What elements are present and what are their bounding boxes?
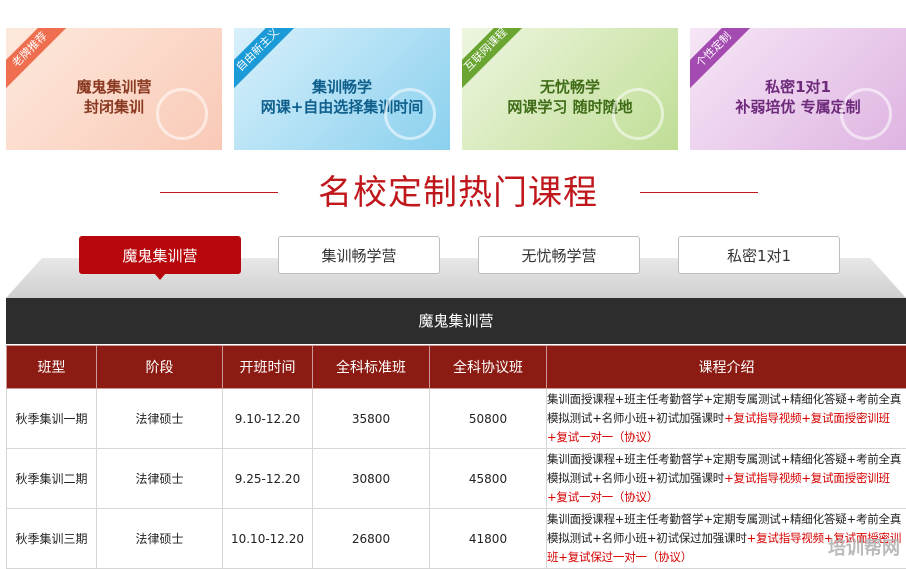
cell-agreement-price: 45800 <box>430 449 547 509</box>
course-table: 班型 阶段 开班时间 全科标准班 全科协议班 课程介绍 秋季集训一期 法律硕士 … <box>6 345 906 569</box>
active-tab-arrow-icon <box>154 273 166 280</box>
tab-private-1on1[interactable]: 私密1对1 <box>678 236 840 274</box>
cell-intro: 集训面授课程+班主任考勤督学+定期专属测试+精细化答疑+考前全真模拟测试+名师小… <box>547 449 906 509</box>
column-header: 课程介绍 <box>547 346 906 389</box>
column-header: 全科标准班 <box>313 346 430 389</box>
divider-left <box>160 192 278 193</box>
tab-label: 集训畅学营 <box>321 247 396 265</box>
column-header: 班型 <box>7 346 97 389</box>
cell-agreement-price: 50800 <box>430 389 547 449</box>
table-row: 秋季集训三期 法律硕士 10.10-12.20 26800 41800 集训面授… <box>7 509 906 569</box>
column-header: 阶段 <box>97 346 223 389</box>
column-header: 全科协议班 <box>430 346 547 389</box>
banner-worry-free[interactable]: 互联网课程 无忧畅学 网课学习 随时随地 <box>462 28 678 150</box>
column-header: 开班时间 <box>223 346 313 389</box>
decorative-circle <box>612 88 664 140</box>
decorative-circle <box>384 88 436 140</box>
cell-dates: 9.25-12.20 <box>223 449 313 509</box>
banner-private-1on1[interactable]: 个性定制 私密1对1 补弱培优 专属定制 <box>690 28 906 150</box>
cell-standard-price: 35800 <box>313 389 430 449</box>
watermark: 培训帮网 <box>828 534 900 560</box>
cell-class-type: 秋季集训一期 <box>7 389 97 449</box>
table-row: 秋季集训一期 法律硕士 9.10-12.20 35800 50800 集训面授课… <box>7 389 906 449</box>
cell-stage: 法律硕士 <box>97 449 223 509</box>
table-header-row: 班型 阶段 开班时间 全科标准班 全科协议班 课程介绍 <box>7 346 906 389</box>
tab-label: 无忧畅学营 <box>521 247 596 265</box>
divider-right <box>640 192 758 193</box>
tab-devil-camp[interactable]: 魔鬼集训营 <box>79 236 241 274</box>
section-title-bar: 魔鬼集训营 <box>6 298 906 344</box>
section-heading: 名校定制热门课程 <box>0 168 906 218</box>
tab-training-study[interactable]: 集训畅学营 <box>278 236 440 274</box>
tab-label: 私密1对1 <box>727 247 791 265</box>
cell-stage: 法律硕士 <box>97 389 223 449</box>
cell-class-type: 秋季集训二期 <box>7 449 97 509</box>
cell-class-type: 秋季集训三期 <box>7 509 97 569</box>
cell-intro: 集训面授课程+班主任考勤督学+定期专属测试+精细化答疑+考前全真模拟测试+名师小… <box>547 389 906 449</box>
cell-standard-price: 26800 <box>313 509 430 569</box>
tab-worry-free[interactable]: 无忧畅学营 <box>478 236 640 274</box>
banner-devil-camp[interactable]: 老牌推荐 魔鬼集训营 封闭集训 <box>6 28 222 150</box>
decorative-circle <box>156 88 208 140</box>
cell-dates: 9.10-12.20 <box>223 389 313 449</box>
page-title: 名校定制热门课程 <box>290 168 626 218</box>
cell-dates: 10.10-12.20 <box>223 509 313 569</box>
cell-standard-price: 30800 <box>313 449 430 509</box>
cell-agreement-price: 41800 <box>430 509 547 569</box>
decorative-circle <box>840 88 892 140</box>
banner-training-study[interactable]: 自由新主义 集训畅学 网课+自由选择集训时间 <box>234 28 450 150</box>
table-row: 秋季集训二期 法律硕士 9.25-12.20 30800 45800 集训面授课… <box>7 449 906 509</box>
promo-banners: 老牌推荐 魔鬼集训营 封闭集训 自由新主义 集训畅学 网课+自由选择集训时间 互… <box>6 28 906 150</box>
tab-label: 魔鬼集训营 <box>122 247 197 265</box>
cell-stage: 法律硕士 <box>97 509 223 569</box>
